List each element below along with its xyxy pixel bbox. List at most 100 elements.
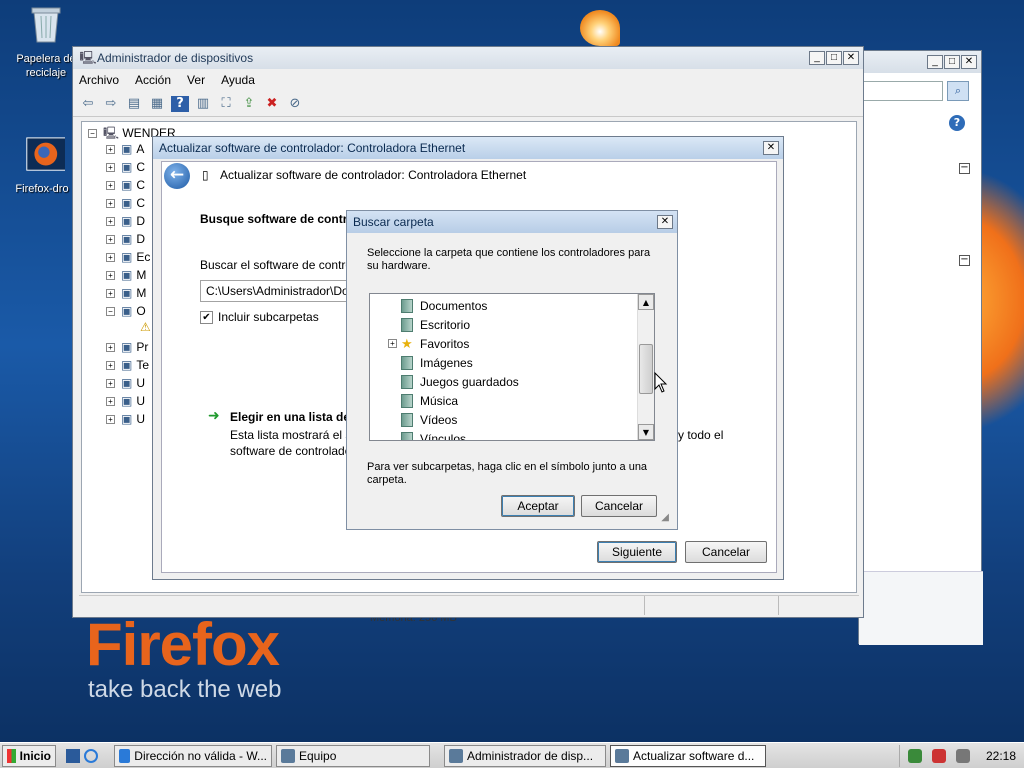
- help-icon[interactable]: ?: [171, 95, 189, 112]
- network-error-icon[interactable]: [931, 748, 946, 763]
- device-category-row[interactable]: + ▣ C: [106, 160, 145, 174]
- folder-item[interactable]: Documentos: [370, 296, 487, 315]
- device-category-row[interactable]: + ▣ U: [106, 376, 145, 390]
- expander-icon[interactable]: +: [106, 145, 115, 155]
- volume-icon[interactable]: [955, 748, 970, 763]
- device-category-row[interactable]: + ▣ D: [106, 232, 145, 246]
- properties-icon[interactable]: ▦: [148, 96, 166, 112]
- scan-hardware-icon[interactable]: ⛶: [217, 96, 235, 112]
- uninstall-icon[interactable]: ✖: [263, 96, 281, 112]
- search-icon[interactable]: ⌕: [947, 81, 969, 101]
- taskbar-button[interactable]: Administrador de disp...: [444, 744, 606, 767]
- expander-icon[interactable]: +: [106, 415, 115, 425]
- forward-arrow-icon[interactable]: ⇨: [102, 96, 120, 112]
- minimize-button[interactable]: _: [809, 51, 825, 65]
- menu-accion[interactable]: Acción: [135, 73, 171, 87]
- folder-item[interactable]: Juegos guardados: [370, 372, 519, 391]
- scroll-thumb[interactable]: [639, 344, 653, 394]
- hint-text: Para ver subcarpetas, haga clic en el sí…: [367, 461, 648, 486]
- folder-item[interactable]: Vídeos: [370, 410, 457, 429]
- device-category-row[interactable]: + ▣ D: [106, 214, 145, 228]
- close-button[interactable]: ✕: [843, 51, 859, 65]
- next-button[interactable]: Siguiente: [597, 541, 677, 563]
- cancel-button[interactable]: Cancelar: [581, 495, 657, 517]
- device-category-row[interactable]: + ▣ M: [106, 286, 146, 300]
- expander-icon[interactable]: +: [106, 379, 115, 389]
- expander-icon[interactable]: +: [106, 217, 115, 227]
- expander-icon[interactable]: +: [106, 235, 115, 245]
- device-category-row[interactable]: + ▣ C: [106, 178, 145, 192]
- expander-icon[interactable]: +: [106, 253, 115, 263]
- folder-item[interactable]: Vínculos: [370, 429, 466, 440]
- scroll-up-icon[interactable]: ▲: [638, 294, 654, 310]
- device-category-row[interactable]: + ▣ C: [106, 196, 145, 210]
- include-subfolders-checkbox[interactable]: ✔ Incluir subcarpetas: [200, 310, 319, 324]
- device-category-row[interactable]: + ▣ A: [106, 142, 144, 156]
- ie-icon[interactable]: [84, 748, 98, 763]
- back-arrow-icon[interactable]: ⇦: [79, 96, 97, 112]
- expand-plus-icon[interactable]: +: [388, 339, 397, 348]
- folder-item[interactable]: Imágenes: [370, 353, 473, 372]
- console-tree-icon[interactable]: ▤: [125, 96, 143, 112]
- minimize-button[interactable]: _: [927, 55, 943, 69]
- show-desktop-icon[interactable]: [66, 748, 80, 763]
- device-category-row[interactable]: + ▣ Pr: [106, 340, 148, 354]
- expander-icon[interactable]: +: [106, 289, 115, 299]
- cancel-button[interactable]: Cancelar: [685, 541, 767, 563]
- back-arrow-icon[interactable]: ←: [164, 163, 190, 189]
- toolbar: ⇦ ⇨ ▤ ▦ ? ▥ ⛶ ⇪ ✖ ⊘: [73, 91, 863, 117]
- expander-icon[interactable]: +: [106, 199, 115, 209]
- menu-ayuda[interactable]: Ayuda: [221, 73, 255, 87]
- close-button[interactable]: ✕: [657, 215, 673, 229]
- firefox-shortcut[interactable]: Firefox-dro: [4, 136, 80, 196]
- music-folder-icon: [401, 393, 413, 408]
- menu-ver[interactable]: Ver: [187, 73, 205, 87]
- device-category-row[interactable]: + ▣ M: [106, 268, 146, 282]
- maximize-button[interactable]: □: [826, 51, 842, 65]
- expander-icon[interactable]: +: [106, 271, 115, 281]
- maximize-button[interactable]: □: [944, 55, 960, 69]
- expander-icon[interactable]: +: [106, 163, 115, 173]
- help-icon[interactable]: ?: [949, 115, 965, 131]
- expander-icon[interactable]: +: [106, 181, 115, 191]
- device-category-row[interactable]: + ▣ U: [106, 394, 145, 408]
- vertical-scrollbar[interactable]: ▲ ▼: [637, 294, 654, 440]
- device-category-row[interactable]: + ▣ Ec: [106, 250, 150, 264]
- expander-icon[interactable]: −: [106, 307, 115, 317]
- taskbar-button[interactable]: Equipo: [276, 744, 430, 767]
- folder-item[interactable]: Música: [370, 391, 458, 410]
- unknown-device-warning-icon[interactable]: ⚠: [140, 320, 151, 334]
- start-button[interactable]: Inicio: [2, 744, 56, 767]
- path-input[interactable]: C:\Users\Administrador\Do: [200, 280, 360, 302]
- update-driver-icon[interactable]: ⇪: [240, 96, 258, 112]
- menu-archivo[interactable]: Archivo: [79, 73, 119, 87]
- include-subfolders-label: Incluir subcarpetas: [218, 310, 319, 324]
- search-input[interactable]: [863, 81, 943, 101]
- ok-button[interactable]: Aceptar: [501, 495, 575, 517]
- disable-icon[interactable]: ⊘: [286, 96, 304, 112]
- collapse-icon[interactable]: −: [959, 255, 970, 266]
- resize-grip-icon[interactable]: ◢: [661, 512, 669, 523]
- device-category-row[interactable]: − ▣ O: [106, 304, 146, 318]
- close-button[interactable]: ✕: [961, 55, 977, 69]
- folder-tree[interactable]: Documentos Escritorio + ★ Favoritos Imágenes J…: [369, 293, 655, 441]
- device-category-row[interactable]: + ▣ Te: [106, 358, 149, 372]
- folder-item[interactable]: + ★ Favoritos: [370, 334, 469, 353]
- expander-icon[interactable]: +: [106, 397, 115, 407]
- safely-remove-icon[interactable]: [907, 748, 922, 763]
- device-category-label: U: [136, 376, 146, 390]
- collapse-icon[interactable]: −: [959, 163, 970, 174]
- taskbar-button[interactable]: Actualizar software d...: [610, 744, 766, 767]
- expander-icon[interactable]: +: [106, 343, 115, 353]
- taskbar-button[interactable]: Dirección no válida - W...: [114, 744, 272, 767]
- view-icon[interactable]: ▥: [194, 96, 212, 112]
- close-button[interactable]: ✕: [763, 141, 779, 155]
- device-manager-icon: 🖳: [79, 50, 97, 65]
- browse-folder-dialog: Buscar carpeta ✕ Seleccione la carpeta q…: [346, 210, 678, 530]
- clock[interactable]: 22:18: [986, 749, 1016, 763]
- scroll-down-icon[interactable]: ▼: [638, 424, 654, 440]
- choose-list-link[interactable]: Elegir en una lista de: [230, 410, 350, 424]
- folder-item[interactable]: Escritorio: [370, 315, 470, 334]
- expander-icon[interactable]: +: [106, 361, 115, 371]
- device-category-row[interactable]: + ▣ U: [106, 412, 145, 426]
